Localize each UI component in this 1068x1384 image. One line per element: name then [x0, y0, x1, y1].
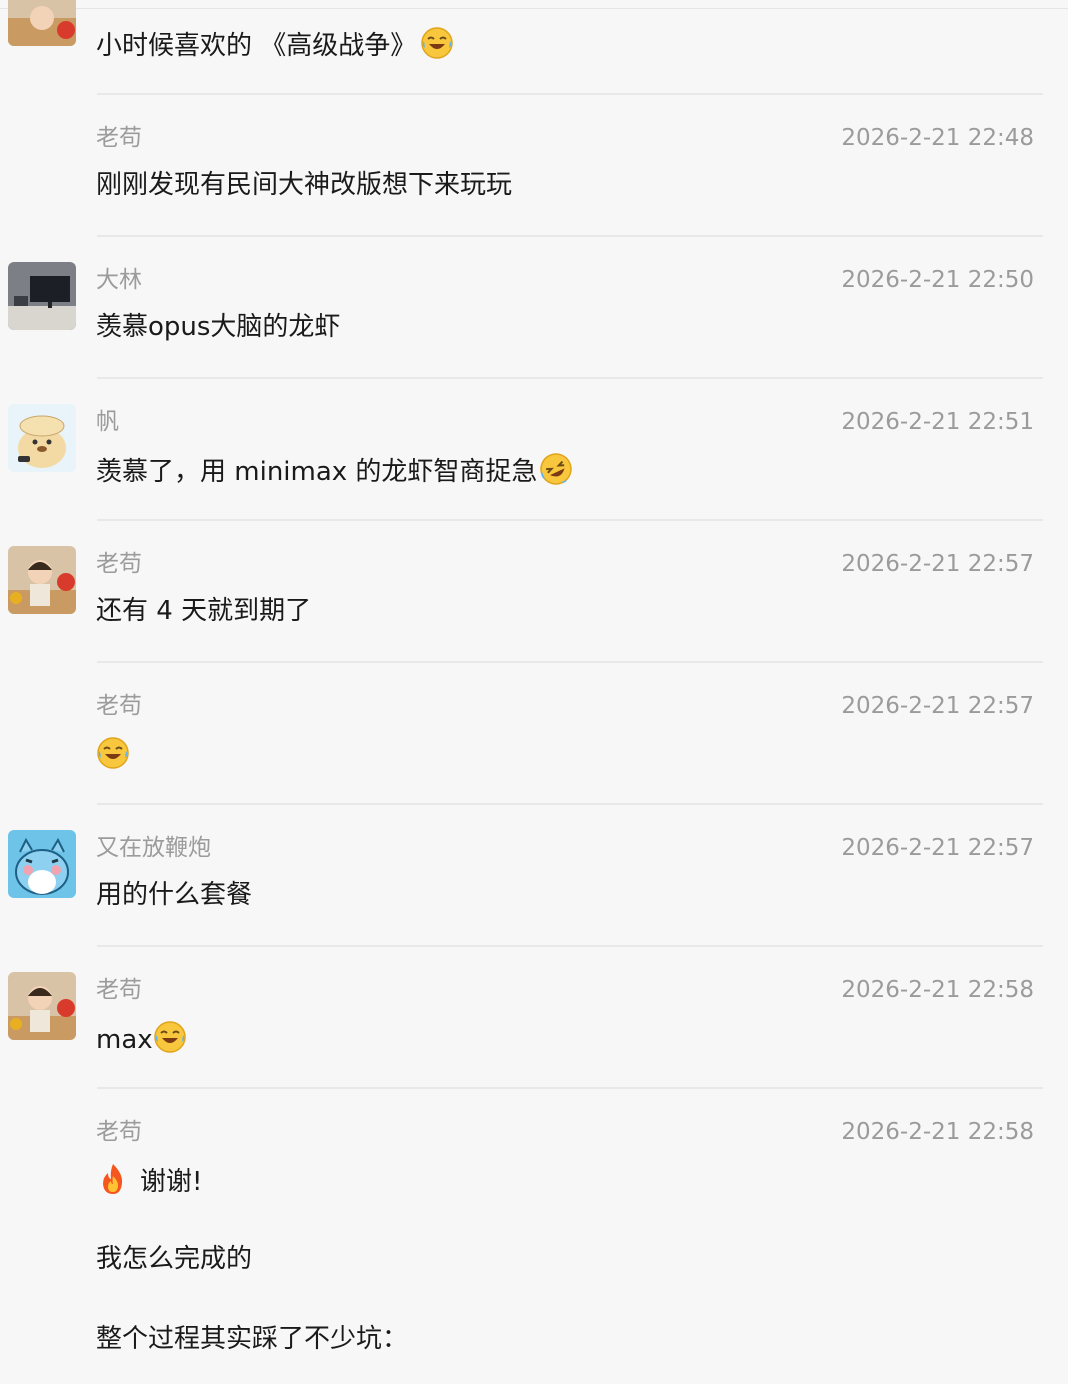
laughing-tears-icon: [96, 736, 130, 770]
message-text: 羡慕了，用 minimax 的龙虾智商捉急: [96, 452, 573, 489]
sender-name[interactable]: 老苟: [96, 975, 142, 1005]
rolling-laugh-icon: [539, 452, 573, 486]
avatar[interactable]: [8, 972, 76, 1040]
avatar[interactable]: [8, 262, 76, 330]
divider: [97, 377, 1043, 379]
sender-name[interactable]: 老苟: [96, 1117, 142, 1147]
message-text: 还有 4 天就到期了: [96, 596, 312, 626]
divider: [97, 93, 1043, 95]
sender-name[interactable]: 帆: [96, 407, 119, 437]
message-text: 刚刚发现有民间大神改版想下来玩玩: [96, 170, 513, 200]
divider: [97, 519, 1043, 521]
message-text: max: [96, 1020, 187, 1057]
message-text: 小时候喜欢的 《高级战争》: [96, 26, 454, 63]
message-text-line: 整个过程其实踩了不少坑：: [96, 1324, 409, 1354]
timestamp: 2026-2-21 22:57: [841, 551, 1034, 577]
avatar[interactable]: [8, 0, 76, 46]
message-text: 谢谢!: [96, 1162, 202, 1199]
divider: [97, 235, 1043, 237]
sender-name[interactable]: 老苟: [96, 691, 142, 721]
sender-name[interactable]: 大林: [96, 265, 142, 295]
avatar[interactable]: [8, 830, 76, 898]
avatar[interactable]: [8, 546, 76, 614]
timestamp: 2026-2-21 22:48: [841, 125, 1034, 151]
divider: [97, 1087, 1043, 1089]
message-text: 用的什么套餐: [96, 880, 253, 910]
timestamp: 2026-2-21 22:58: [841, 977, 1034, 1003]
timestamp: 2026-2-21 22:58: [841, 1119, 1034, 1145]
timestamp: 2026-2-21 22:57: [841, 693, 1034, 719]
top-divider: [0, 8, 1068, 9]
avatar[interactable]: [8, 404, 76, 472]
timestamp: 2026-2-21 22:51: [841, 409, 1034, 435]
laughing-tears-icon: [420, 26, 454, 60]
divider: [97, 945, 1043, 947]
laughing-tears-icon: [153, 1020, 187, 1054]
message-text: 羡慕opus大脑的龙虾: [96, 312, 341, 342]
timestamp: 2026-2-21 22:50: [841, 267, 1034, 293]
timestamp: 2026-2-21 22:57: [841, 835, 1034, 861]
sender-name[interactable]: 老苟: [96, 123, 142, 153]
fire-icon: [96, 1162, 130, 1196]
divider: [97, 661, 1043, 663]
sender-name[interactable]: 老苟: [96, 549, 142, 579]
sender-name[interactable]: 又在放鞭炮: [96, 833, 211, 863]
divider: [97, 803, 1043, 805]
message-text: [96, 736, 130, 773]
message-text-line: 我怎么完成的: [96, 1244, 253, 1274]
